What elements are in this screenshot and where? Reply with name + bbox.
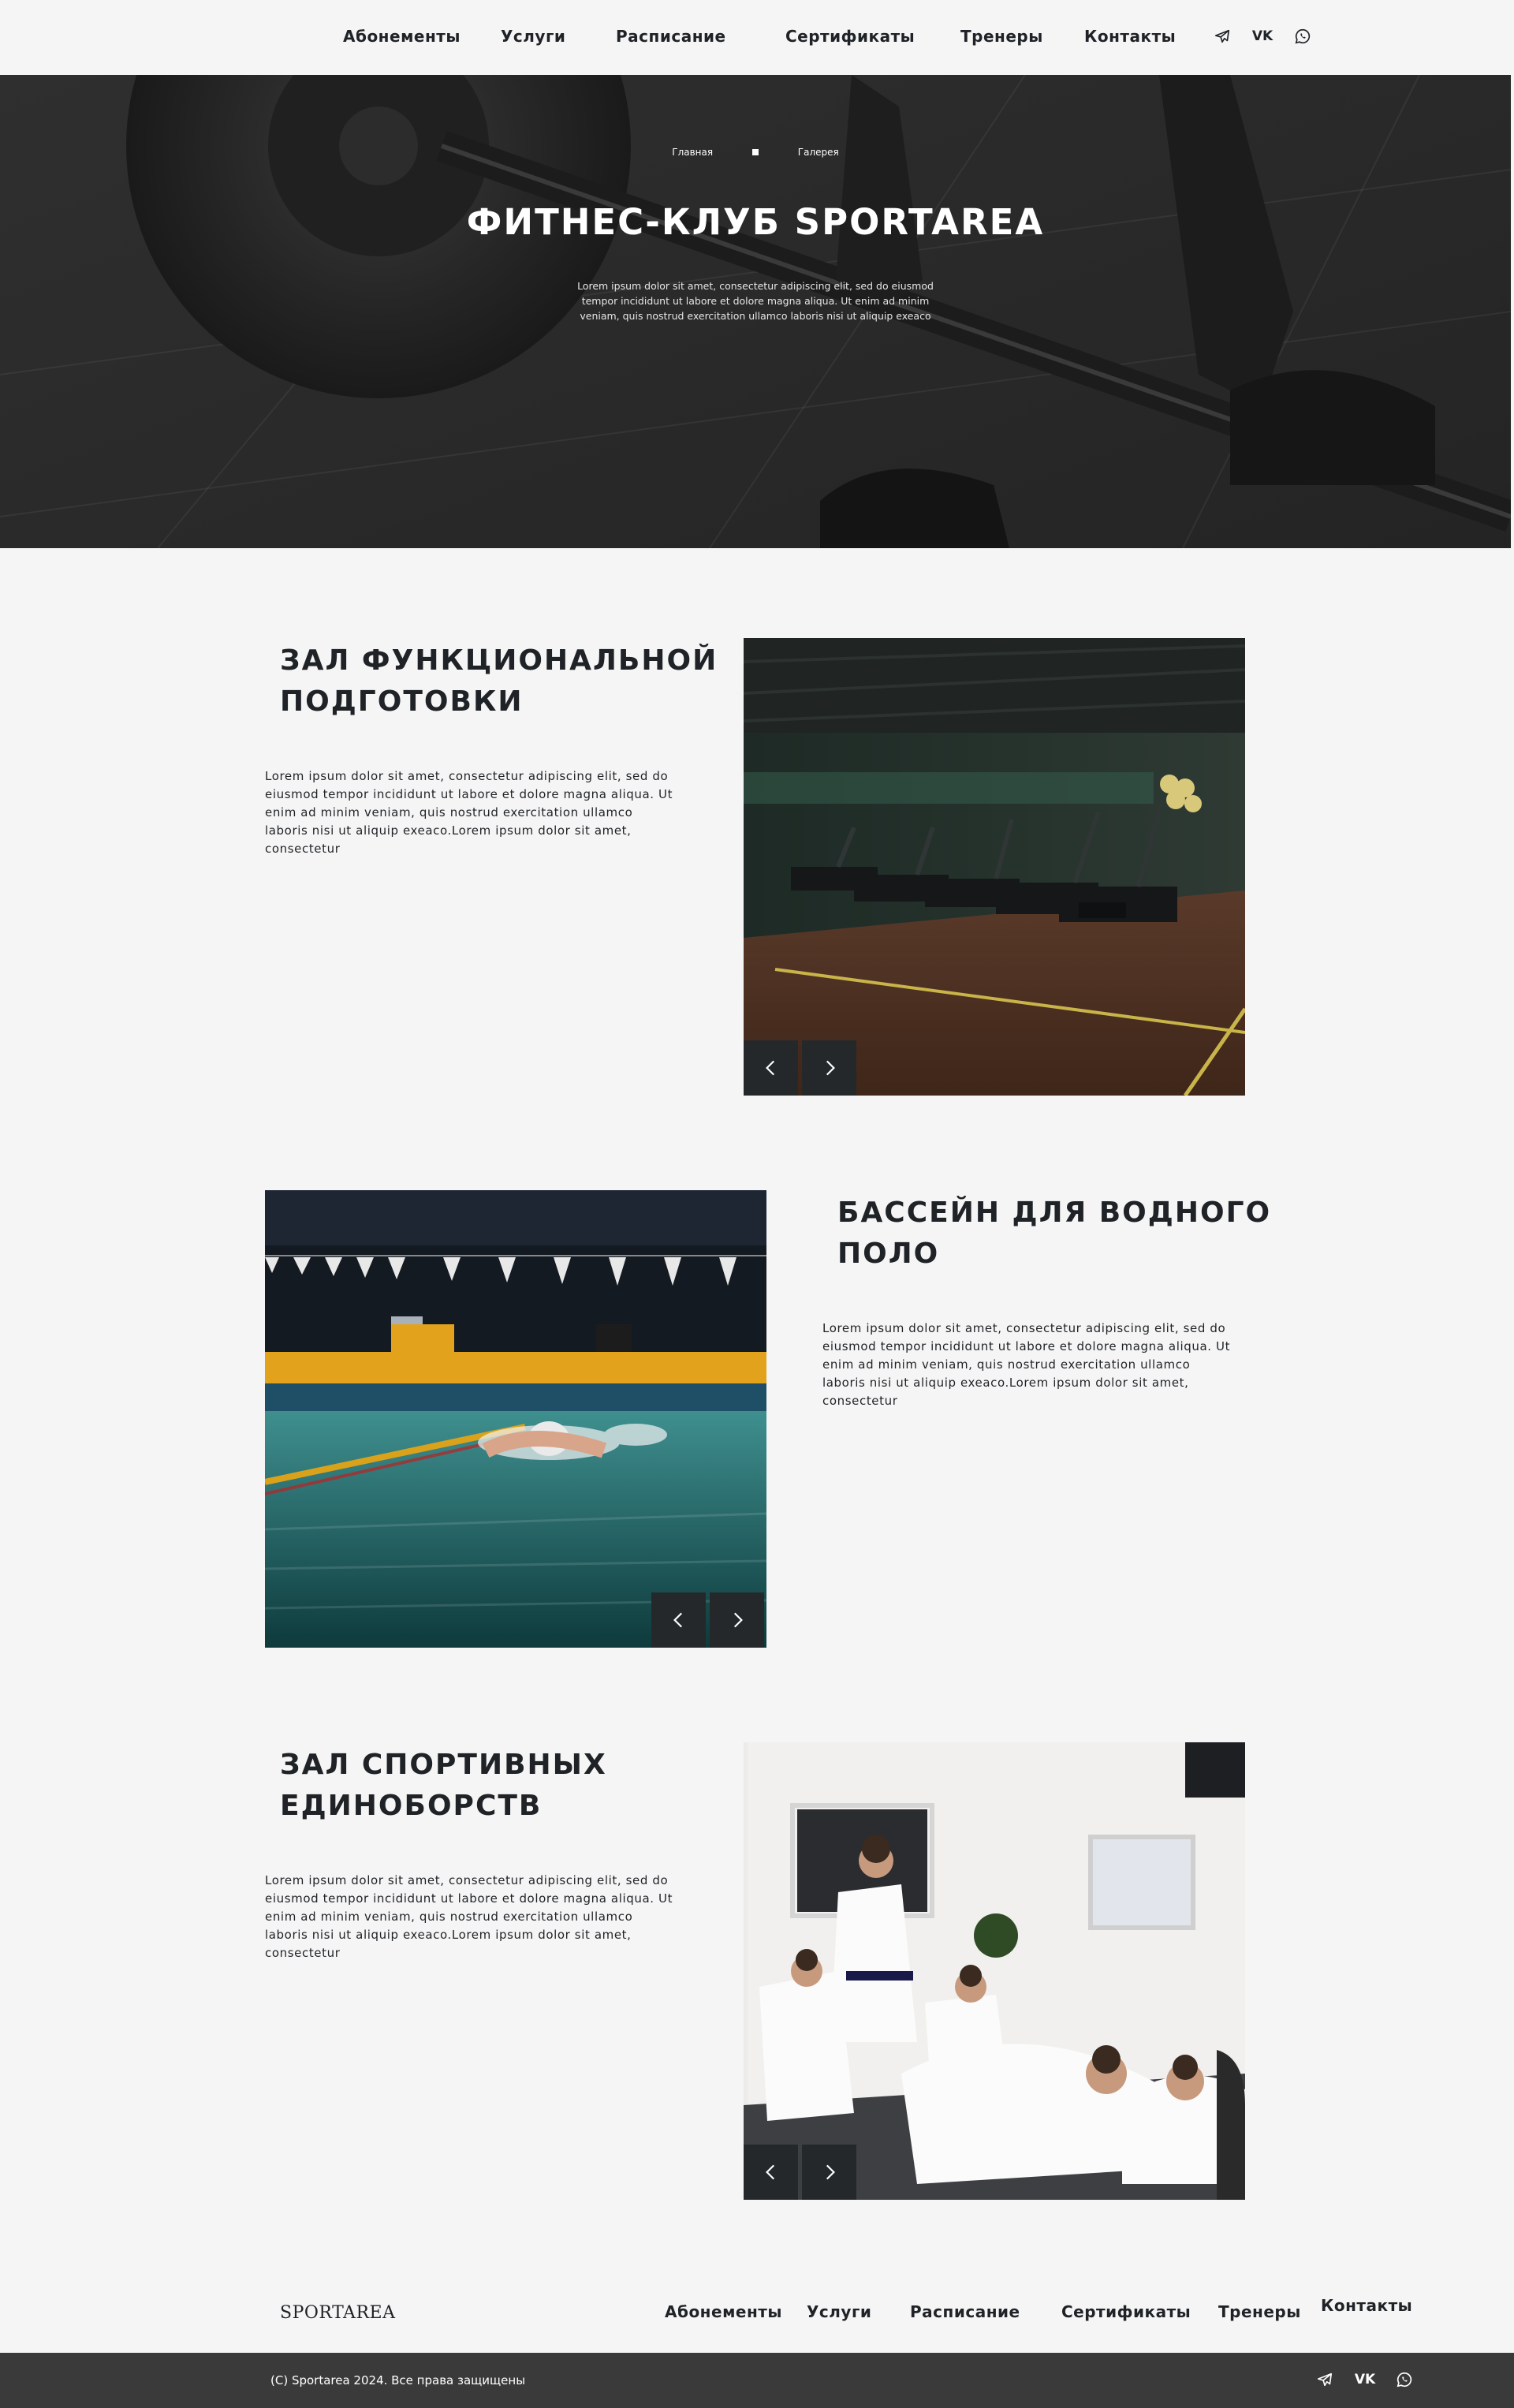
footer-bottom-bar: (C) Sportarea 2024. Все права защищены V… (0, 2353, 1514, 2408)
section-text-martial-arts: Lorem ipsum dolor sit amet, consectetur … (265, 1873, 673, 1960)
footer-link-contacts[interactable]: Контакты (1321, 2296, 1412, 2315)
section-title-martial-arts: ЗАЛ СПОРТИВНЫХ ЕДИНОБОРСТВ (280, 1749, 607, 1822)
section-title-pool: БАССЕЙН ДЛЯ ВОДНОГО ПОЛО (837, 1197, 1272, 1270)
nav-link-services[interactable]: Услуги (501, 27, 565, 46)
breadcrumb-separator (751, 148, 759, 155)
slider-prev-button[interactable] (744, 1040, 798, 1096)
section-text-pool: Lorem ipsum dolor sit amet, consectetur … (822, 1321, 1231, 1408)
breadcrumb: Главная Галерея (0, 146, 1511, 158)
breadcrumb-gallery: Галерея (797, 146, 839, 158)
nav-link-trainers[interactable]: Тренеры (960, 27, 1043, 46)
footer-link-trainers[interactable]: Тренеры (1218, 2302, 1301, 2321)
chevron-left-icon (765, 2164, 774, 2180)
footer-logo[interactable]: SPORTAREA (280, 2303, 395, 2323)
footer-link-memberships[interactable]: Абонементы (665, 2302, 782, 2321)
chevron-right-icon (826, 2164, 835, 2180)
hero-banner: Главная Галерея ФИТНЕС-КЛУБ SPORTAREA Lo… (0, 75, 1511, 548)
nav-link-schedule[interactable]: Расписание (616, 27, 726, 46)
page-title: ФИТНЕС-КЛУБ SPORTAREA (466, 201, 1045, 243)
slider-next-button[interactable] (710, 1592, 764, 1648)
telegram-icon[interactable] (1213, 27, 1232, 46)
chevron-right-icon (826, 1060, 835, 1076)
section-text-functional: Lorem ipsum dolor sit amet, consectetur … (265, 769, 673, 856)
site-header: Абонементы Услуги Расписание Сертификаты… (0, 0, 1514, 75)
footer-link-certificates[interactable]: Сертификаты (1061, 2302, 1191, 2321)
nav-link-memberships[interactable]: Абонементы (343, 27, 461, 46)
whatsapp-icon[interactable] (1293, 27, 1312, 46)
chevron-left-icon (765, 1060, 774, 1076)
vk-icon[interactable]: VK (1252, 27, 1273, 46)
slider-next-button[interactable] (802, 2145, 856, 2200)
telegram-icon[interactable] (1315, 2370, 1334, 2389)
slider-next-button[interactable] (802, 1040, 856, 1096)
chevron-left-icon (673, 1612, 682, 1628)
slider-prev-button[interactable] (744, 2145, 798, 2200)
chevron-right-icon (733, 1612, 743, 1628)
slider-prev-button[interactable] (651, 1592, 706, 1648)
whatsapp-icon[interactable] (1395, 2370, 1414, 2389)
photo-water-polo-pool (265, 1190, 766, 1648)
hero-description: Lorem ipsum dolor sit amet, consectetur … (577, 280, 934, 322)
copyright-text: (C) Sportarea 2024. Все права защищены (270, 2373, 526, 2387)
nav-link-certificates[interactable]: Сертификаты (785, 27, 915, 46)
photo-martial-arts-hall (744, 1742, 1245, 2200)
breadcrumb-home[interactable]: Главная (672, 147, 713, 158)
footer-link-schedule[interactable]: Расписание (910, 2302, 1020, 2321)
section-title-functional: ЗАЛ ФУНКЦИОНАЛЬНОЙ ПОДГОТОВКИ (280, 644, 718, 718)
vk-icon[interactable]: VK (1355, 2370, 1375, 2389)
nav-link-contacts[interactable]: Контакты (1084, 27, 1176, 46)
footer-link-services[interactable]: Услуги (807, 2302, 871, 2321)
photo-functional-gym (744, 638, 1245, 1096)
